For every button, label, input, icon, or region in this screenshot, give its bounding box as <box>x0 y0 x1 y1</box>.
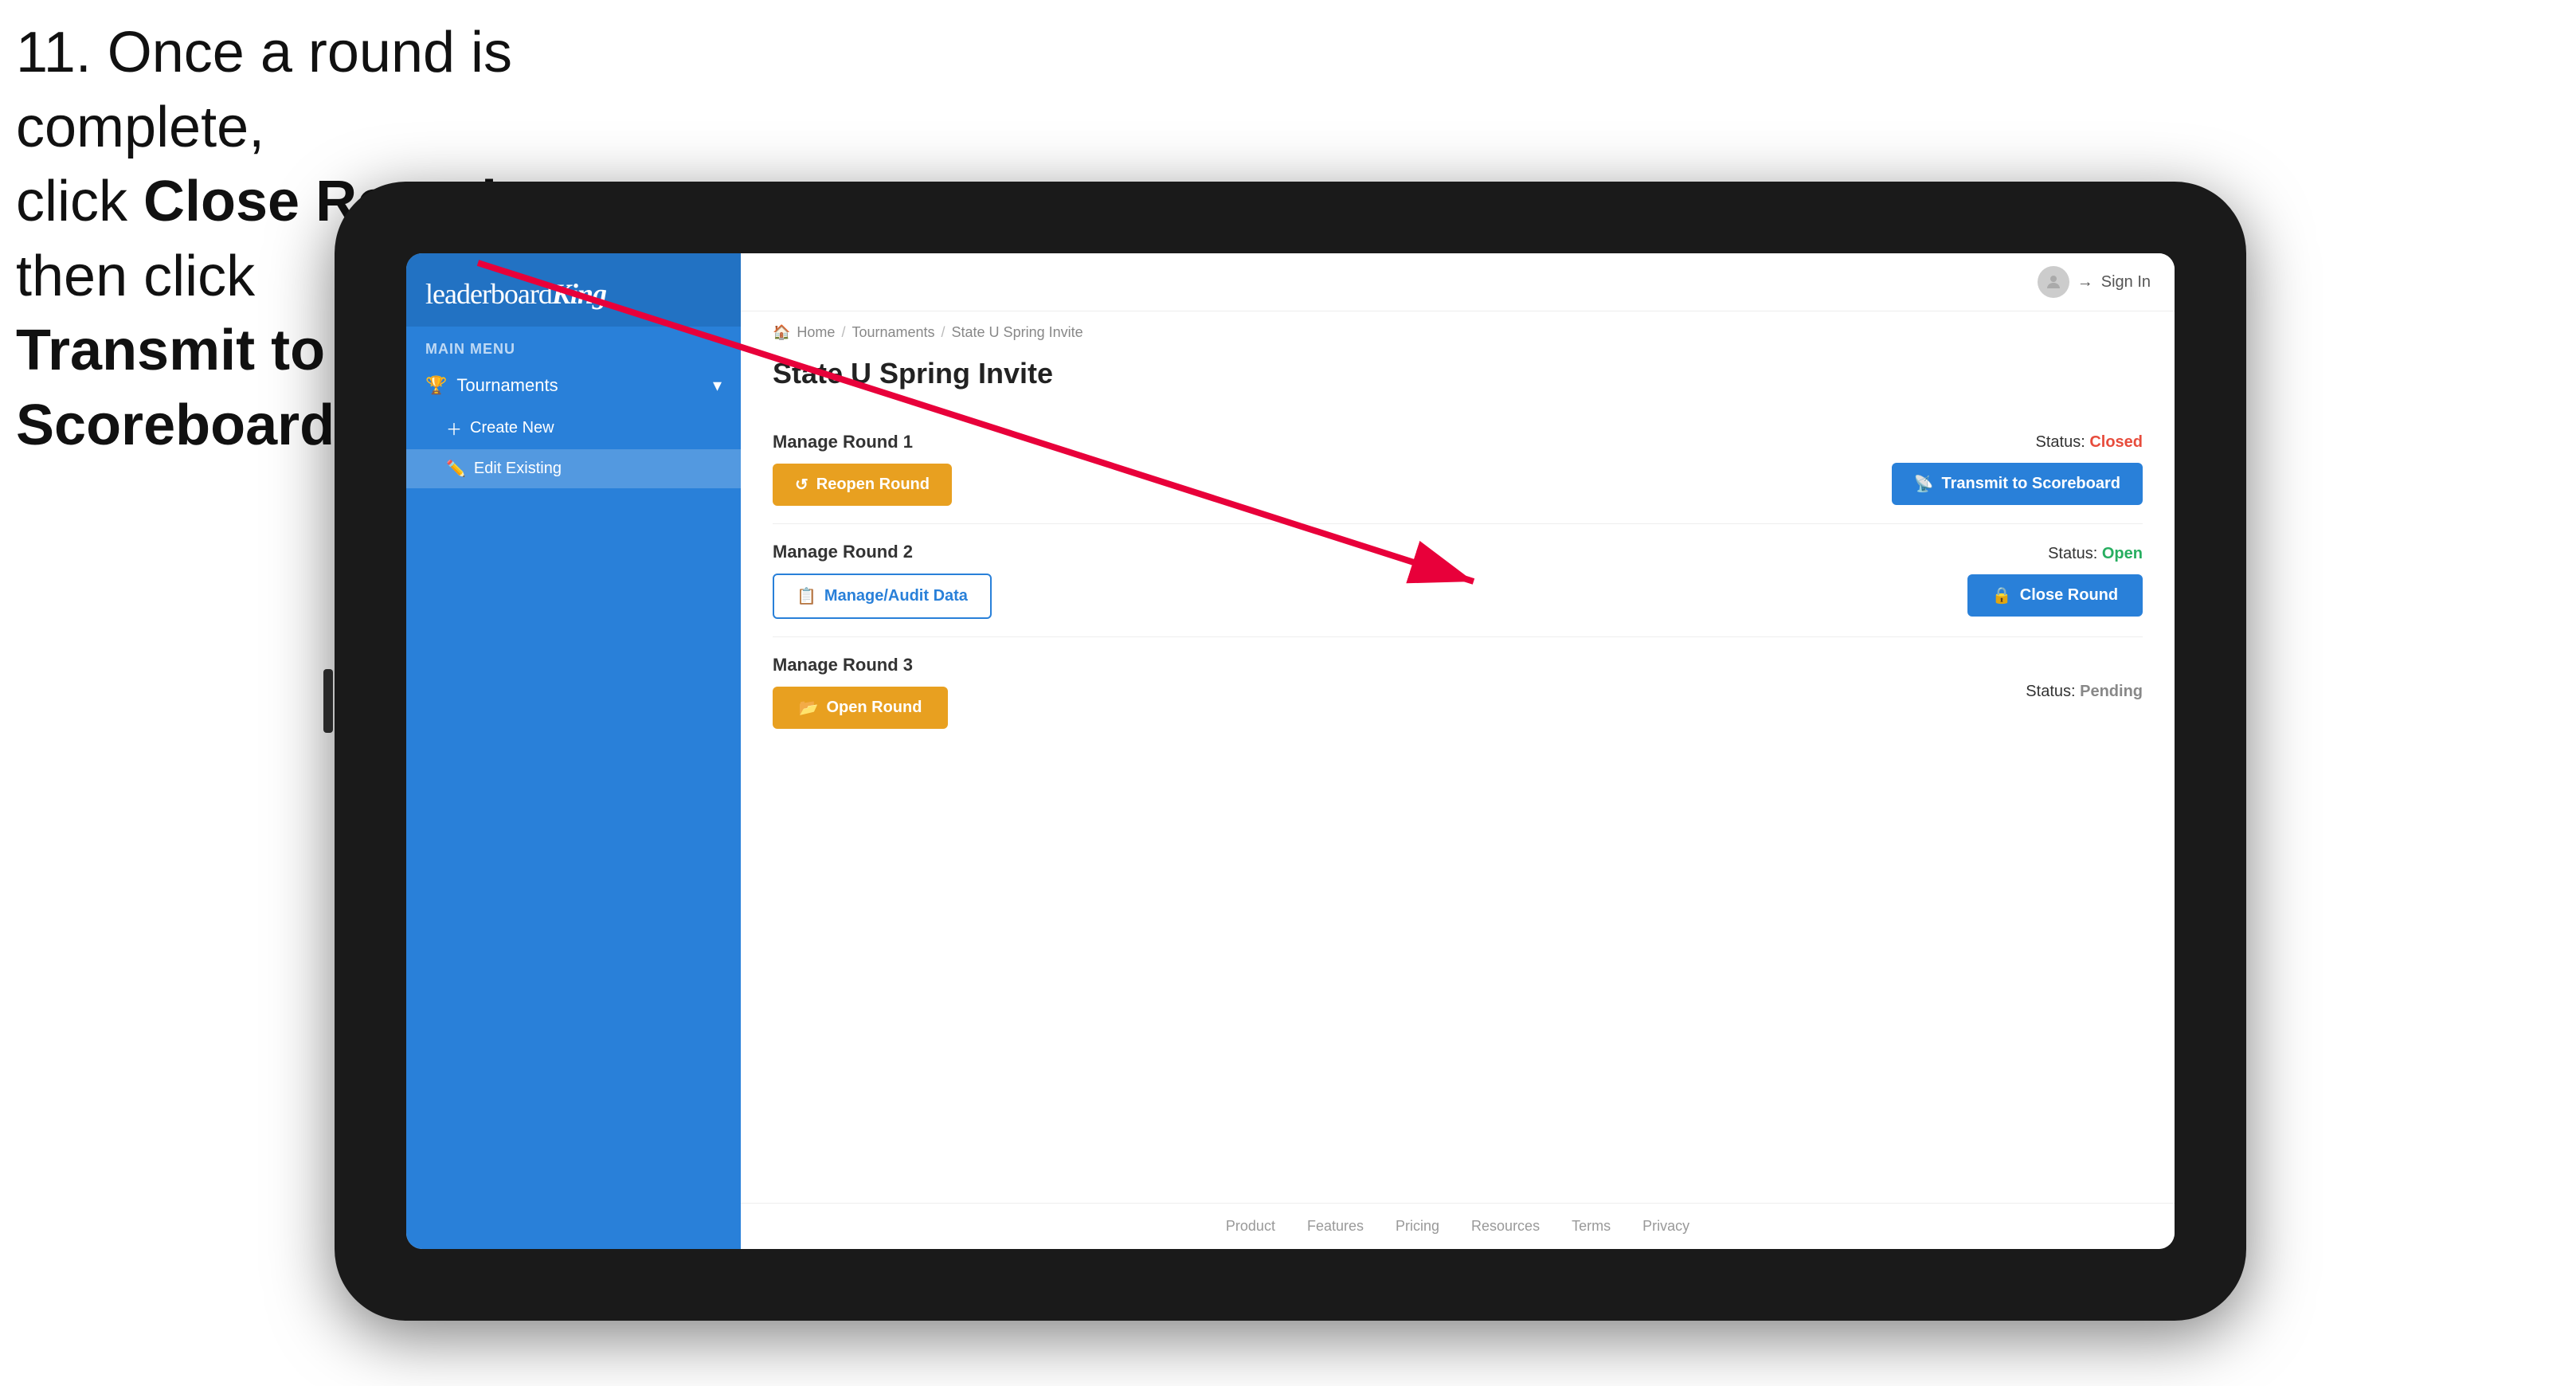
plus-icon: ＋ <box>446 417 462 440</box>
round-3-section: Manage Round 3 📂 Open Round Status: Pend… <box>773 637 2143 746</box>
round-3-left: Manage Round 3 📂 Open Round <box>773 655 948 729</box>
sidebar-tournaments-label: Tournaments <box>456 375 558 396</box>
transmit-to-scoreboard-button[interactable]: 📡 Transmit to Scoreboard <box>1892 463 2143 505</box>
open-icon: 📂 <box>799 698 819 718</box>
round-3-right: Status: Pending <box>2026 683 2143 701</box>
tablet-screen: leaderboardKing MAIN MENU 🏆 Tournaments … <box>406 253 2175 1249</box>
footer-pricing[interactable]: Pricing <box>1396 1218 1439 1235</box>
footer-resources[interactable]: Resources <box>1471 1218 1540 1235</box>
manage-audit-label: Manage/Audit Data <box>824 587 968 605</box>
edit-existing-label: Edit Existing <box>474 460 562 478</box>
sign-in-area[interactable]: → Sign In <box>2038 266 2151 298</box>
status-prefix-3: Status: <box>2026 683 2080 700</box>
round-2-right: Status: Open 🔒 Close Round <box>1967 545 2143 617</box>
close-round-label: Close Round <box>2020 586 2118 605</box>
page-title: State U Spring Invite <box>773 357 2143 390</box>
round-3-label: Manage Round 3 <box>773 655 948 675</box>
footer-features[interactable]: Features <box>1307 1218 1364 1235</box>
breadcrumb-tournaments[interactable]: Tournaments <box>851 324 934 341</box>
edit-icon: ✏️ <box>446 459 466 479</box>
round-2-section: Manage Round 2 📋 Manage/Audit Data Statu… <box>773 524 2143 637</box>
round-1-left: Manage Round 1 ↺ Reopen Round <box>773 432 952 506</box>
footer: Product Features Pricing Resources Terms… <box>741 1203 2175 1249</box>
sign-in-label: Sign In <box>2101 273 2151 292</box>
breadcrumb-sep2: / <box>942 324 945 341</box>
home-icon: 🏠 <box>773 324 790 341</box>
avatar-icon <box>2038 266 2069 298</box>
page-content: State U Spring Invite Manage Round 1 ↺ R… <box>741 341 2175 1203</box>
logo: leaderboardKing <box>425 277 722 311</box>
round-2-status: Status: Open <box>2048 545 2143 563</box>
reopen-round-button[interactable]: ↺ Reopen Round <box>773 464 952 506</box>
round-1-status-value: Closed <box>2089 433 2143 451</box>
sidebar-item-tournaments-inner: 🏆 Tournaments <box>425 375 558 396</box>
breadcrumb-sep1: / <box>841 324 845 341</box>
open-round-label: Open Round <box>826 699 922 717</box>
footer-product[interactable]: Product <box>1226 1218 1275 1235</box>
breadcrumb-home[interactable]: Home <box>797 324 835 341</box>
breadcrumb-current: State U Spring Invite <box>952 324 1083 341</box>
main-content: → Sign In 🏠 Home / Tournaments / State U… <box>741 253 2175 1249</box>
round-3-status-value: Pending <box>2080 683 2143 700</box>
logo-text-bold: King <box>552 278 606 310</box>
close-round-button[interactable]: 🔒 Close Round <box>1967 574 2143 617</box>
open-round-button[interactable]: 📂 Open Round <box>773 687 948 729</box>
reopen-round-label: Reopen Round <box>816 476 930 494</box>
app-layout: leaderboardKing MAIN MENU 🏆 Tournaments … <box>406 253 2175 1249</box>
tablet-frame: leaderboardKing MAIN MENU 🏆 Tournaments … <box>335 182 2246 1321</box>
footer-terms[interactable]: Terms <box>1572 1218 1611 1235</box>
sign-in-arrow-icon: → <box>2077 273 2093 292</box>
audit-icon: 📋 <box>797 586 816 606</box>
main-menu-label: MAIN MENU <box>406 327 741 364</box>
top-nav: → Sign In <box>741 253 2175 311</box>
sidebar-item-create-new[interactable]: ＋ Create New <box>406 407 741 449</box>
round-2-left: Manage Round 2 📋 Manage/Audit Data <box>773 542 992 619</box>
round-3-status: Status: Pending <box>2026 683 2143 701</box>
round-1-status: Status: Closed <box>2036 433 2143 452</box>
chevron-down-icon: ▾ <box>713 375 722 396</box>
round-1-right: Status: Closed 📡 Transmit to Scoreboard <box>1892 433 2143 505</box>
sidebar-logo: leaderboardKing <box>406 253 741 327</box>
sidebar-item-tournaments[interactable]: 🏆 Tournaments ▾ <box>406 364 741 407</box>
breadcrumb: 🏠 Home / Tournaments / State U Spring In… <box>741 311 2175 341</box>
transmit-icon: 📡 <box>1914 474 1934 494</box>
reopen-icon: ↺ <box>795 475 808 495</box>
round-1-label: Manage Round 1 <box>773 432 952 452</box>
manage-audit-button[interactable]: 📋 Manage/Audit Data <box>773 574 992 619</box>
tablet-side-button <box>323 669 333 733</box>
close-icon: 🔒 <box>1992 585 2012 605</box>
create-new-label: Create New <box>470 419 554 437</box>
instruction-bold2: Transmit to Scoreboard. <box>16 319 350 457</box>
logo-text-regular: leaderboard <box>425 278 552 310</box>
footer-privacy[interactable]: Privacy <box>1642 1218 1689 1235</box>
sidebar: leaderboardKing MAIN MENU 🏆 Tournaments … <box>406 253 741 1249</box>
status-prefix-1: Status: <box>2036 433 2090 451</box>
round-2-status-value: Open <box>2102 545 2143 562</box>
round-1-section: Manage Round 1 ↺ Reopen Round Status: Cl… <box>773 414 2143 524</box>
trophy-icon: 🏆 <box>425 375 447 396</box>
transmit-label: Transmit to Scoreboard <box>1942 475 2121 493</box>
round-2-label: Manage Round 2 <box>773 542 992 562</box>
sidebar-item-edit-existing[interactable]: ✏️ Edit Existing <box>406 449 741 488</box>
status-prefix-2: Status: <box>2048 545 2102 562</box>
